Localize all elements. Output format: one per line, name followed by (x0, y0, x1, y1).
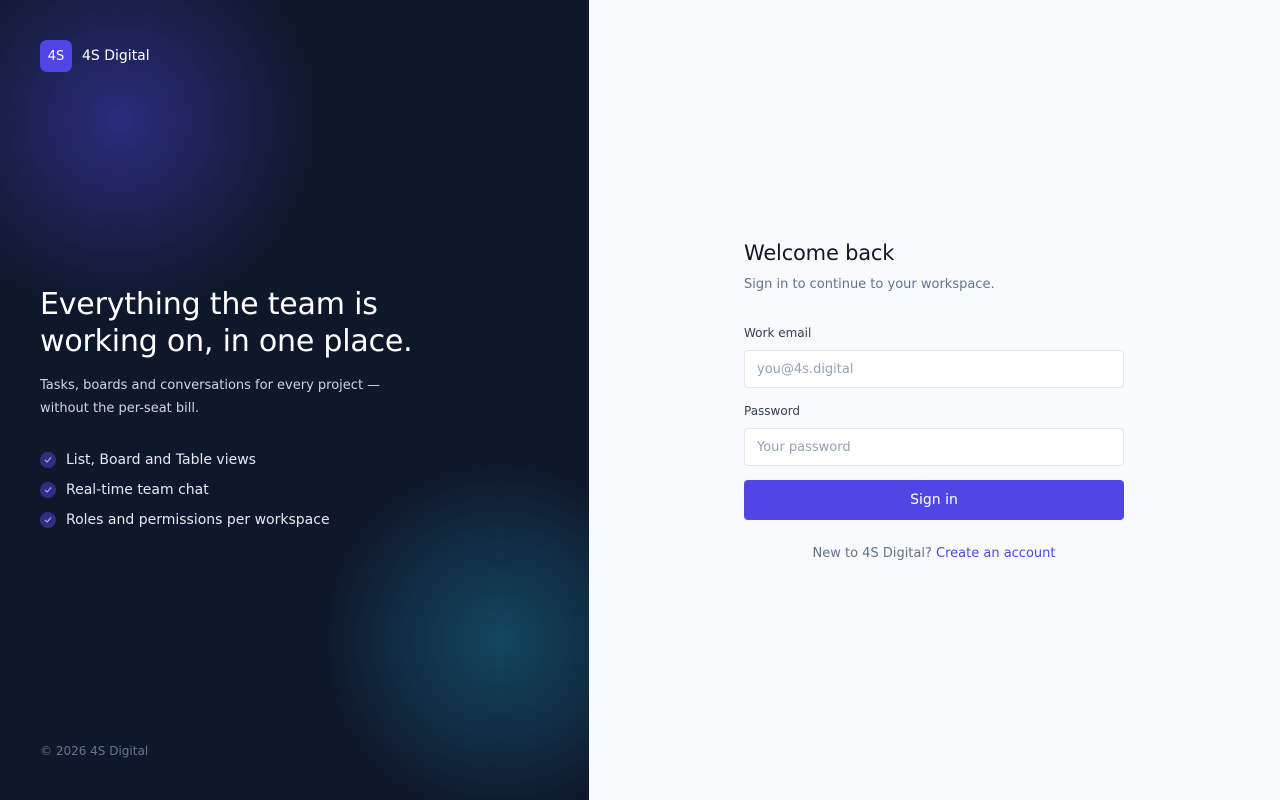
login-subtitle: Sign in to continue to your workspace. (744, 277, 995, 292)
feature-label: Roles and permissions per workspace (66, 512, 330, 528)
hero-title-line-2: working on, in one place. (40, 324, 413, 359)
brand-panel: 4S 4S Digital Everything the team is wor… (0, 0, 589, 800)
feature-item: Roles and permissions per workspace (40, 510, 330, 530)
feature-list: List, Board and Table views Real-time te… (40, 450, 330, 540)
check-icon (40, 452, 56, 468)
password-field[interactable] (744, 428, 1124, 466)
email-label: Work email (744, 326, 812, 340)
check-icon (40, 482, 56, 498)
feature-label: List, Board and Table views (66, 452, 256, 468)
copyright: © 2026 4S Digital (40, 744, 149, 758)
hero-description: Tasks, boards and conversations for ever… (40, 378, 381, 416)
sign-in-button[interactable]: Sign in (744, 480, 1124, 520)
brand: 4S 4S Digital (40, 40, 150, 72)
signup-prompt: New to 4S Digital? Create an account (744, 546, 1124, 561)
email-field[interactable] (744, 350, 1124, 388)
hero-title-line-1: Everything the team is (40, 287, 378, 322)
brand-name: 4S Digital (82, 48, 150, 64)
login-panel: Welcome back Sign in to continue to your… (589, 0, 1280, 800)
feature-label: Real-time team chat (66, 482, 209, 498)
hero: Everything the team is working on, in on… (40, 286, 430, 420)
login-form: Welcome back Sign in to continue to your… (744, 240, 1124, 561)
check-icon (40, 512, 56, 528)
feature-item: List, Board and Table views (40, 450, 330, 470)
brand-logo: 4S (40, 40, 72, 72)
login-title: Welcome back (744, 241, 895, 265)
feature-item: Real-time team chat (40, 480, 330, 500)
create-account-link[interactable]: Create an account (936, 546, 1055, 561)
signup-prompt-text: New to 4S Digital? (812, 546, 932, 561)
hero-title: Everything the team is working on, in on… (40, 286, 430, 360)
password-label: Password (744, 404, 801, 418)
